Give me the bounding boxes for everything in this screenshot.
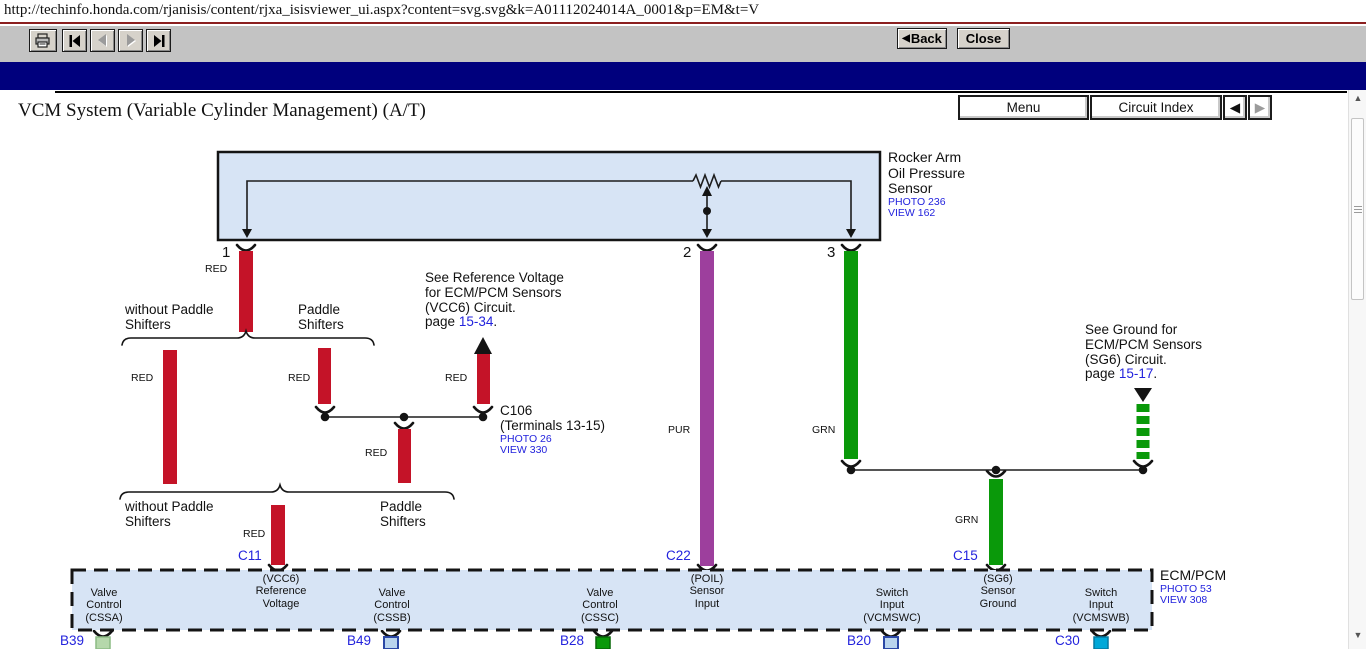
- wire-green-dashed-ground: [1137, 404, 1150, 459]
- ecm-pin-b49[interactable]: B49: [347, 633, 371, 648]
- page-link-15-17[interactable]: 15-17: [1119, 366, 1154, 381]
- wire-green-pin3: [844, 251, 858, 459]
- wire-color-label: GRN: [955, 514, 978, 526]
- ecm-terminal-sg6: (SG6)SensorGround: [980, 573, 1017, 610]
- variant-label-paddle-top: PaddleShifters: [298, 303, 344, 333]
- ecm-terminal-cssb: ValveControl(CSSB): [373, 587, 410, 624]
- page-link-15-34[interactable]: 15-34: [459, 314, 494, 329]
- wire-color-label: RED: [365, 447, 387, 459]
- ecm-view-link[interactable]: VIEW 308: [1160, 595, 1226, 607]
- stub-b49: [384, 637, 398, 649]
- connector-c15[interactable]: C15: [953, 548, 978, 563]
- ecm-pin-b20[interactable]: B20: [847, 633, 871, 648]
- ecm-terminal-cssc: ValveControl(CSSC): [581, 587, 619, 624]
- wire-red-without-paddle: [163, 350, 177, 484]
- wire-color-label: PUR: [668, 424, 690, 436]
- wire-color-label: RED: [205, 263, 227, 275]
- wire-purple-pin2: [700, 251, 714, 566]
- wire-red-junction-lower: [398, 429, 411, 483]
- wire-color-label: RED: [445, 372, 467, 384]
- sensor-label: Rocker Arm Oil Pressure Sensor PHOTO 236…: [888, 150, 965, 220]
- ecm-terminal-poil: (POIL)SensorInput: [690, 573, 725, 610]
- ecm-terminal-vcc6: (VCC6)ReferenceVoltage: [256, 573, 307, 610]
- ecm-pin-c30[interactable]: C30: [1055, 633, 1080, 648]
- wire-color-label: RED: [131, 372, 153, 384]
- wire-red-paddle: [318, 348, 331, 404]
- wire-red-to-ref-voltage: [477, 353, 490, 404]
- pin-1-number: 1: [222, 244, 230, 261]
- sensor-view-link[interactable]: VIEW 162: [888, 208, 965, 220]
- stub-b39: [96, 637, 110, 649]
- stub-b20: [884, 637, 898, 649]
- ecm-terminal-vcmswb: SwitchInput(VCMSWB): [1073, 587, 1130, 624]
- stub-c30: [1094, 637, 1108, 649]
- splice-lines: [325, 417, 1143, 470]
- ground-note: See Ground for ECM/PCM Sensors (SG6) Cir…: [1085, 323, 1202, 382]
- wire-color-label: RED: [243, 528, 265, 540]
- ground-arrow-icon: [1134, 388, 1152, 402]
- ecm-label: ECM/PCM PHOTO 53 VIEW 308: [1160, 568, 1226, 607]
- stub-b28: [596, 637, 610, 649]
- isis-viewer-page: http://techinfo.honda.com/rjanisis/conte…: [0, 0, 1366, 649]
- wire-red-c11: [271, 505, 285, 565]
- ecm-terminal-vcmswc: SwitchInput(VCMSWC): [863, 587, 920, 624]
- ecm-pin-b39[interactable]: B39: [60, 633, 84, 648]
- variant-label-without-paddle-top: without PaddleShifters: [125, 303, 214, 333]
- c106-view-link[interactable]: VIEW 330: [500, 445, 605, 457]
- pin-2-number: 2: [683, 244, 691, 261]
- wire-color-label: RED: [288, 372, 310, 384]
- splice-dots: [321, 413, 1148, 475]
- variant-label-without-paddle-bottom: without PaddleShifters: [125, 500, 214, 530]
- wire-color-label: GRN: [812, 424, 835, 436]
- ref-voltage-arrow-icon: [474, 337, 492, 354]
- connector-c11[interactable]: C11: [238, 548, 262, 563]
- sensor-box: [218, 152, 880, 240]
- wire-green-c15: [989, 479, 1003, 565]
- ecm-pin-b28[interactable]: B28: [560, 633, 584, 648]
- variant-label-paddle-bottom: PaddleShifters: [380, 500, 426, 530]
- connector-c22[interactable]: C22: [666, 548, 691, 563]
- ref-voltage-note: See Reference Voltage for ECM/PCM Sensor…: [425, 271, 564, 330]
- pin-3-number: 3: [827, 244, 835, 261]
- ecm-terminal-cssa: ValveControl(CSSA): [85, 587, 122, 624]
- c106-label: C106 (Terminals 13-15) PHOTO 26 VIEW 330: [500, 404, 605, 457]
- wire-red-pin1: [239, 251, 253, 332]
